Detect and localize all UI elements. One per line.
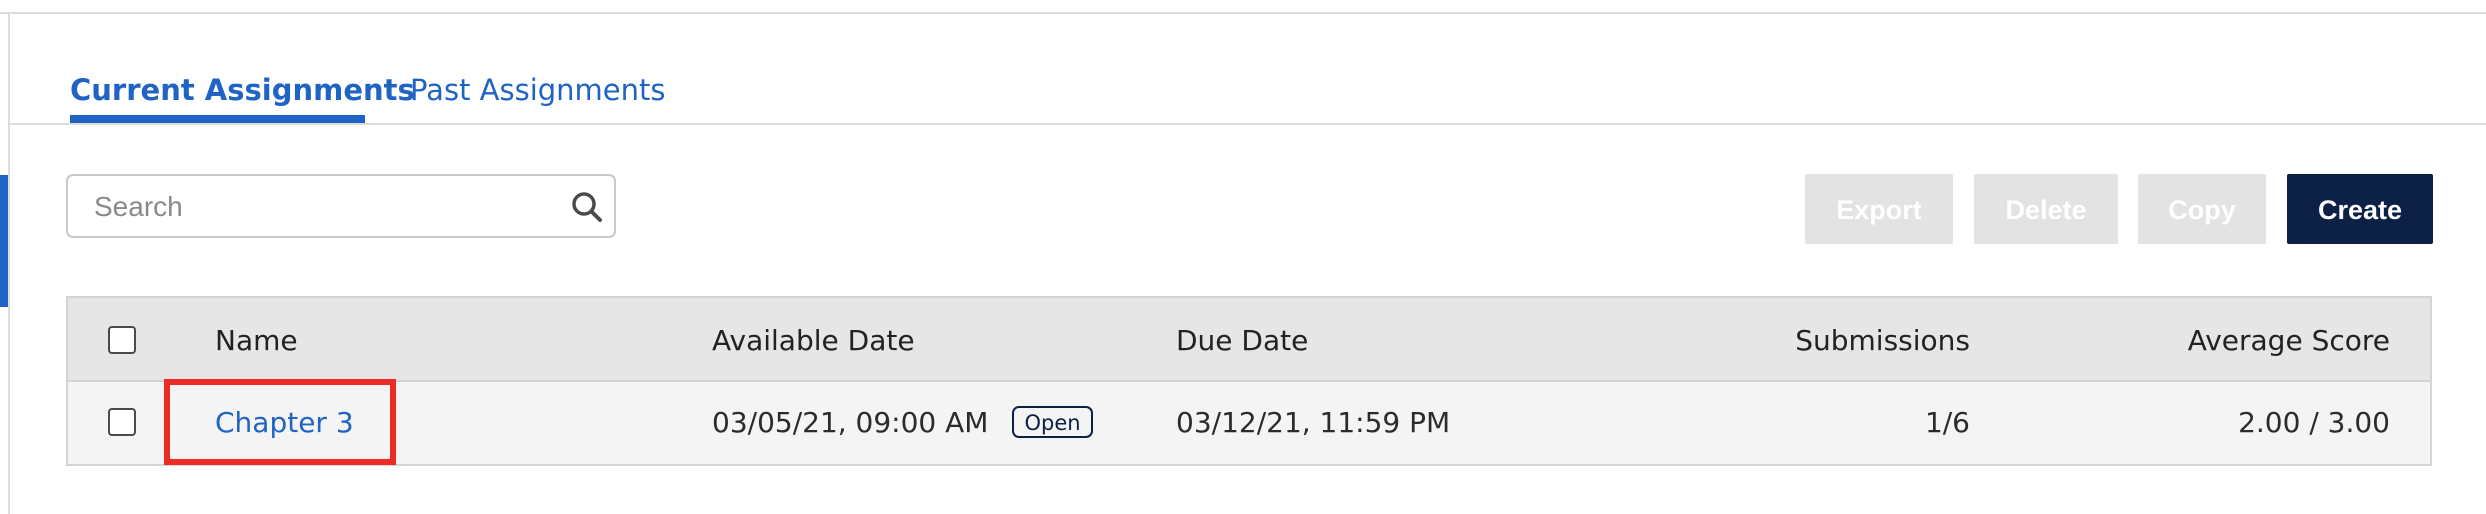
tab-past-assignments[interactable]: Past Assignments [410,66,666,114]
submissions-cell[interactable]: 1/6 [1925,406,1970,439]
sidebar-active-indicator [0,175,8,307]
highlight-annotation [164,379,396,465]
export-button[interactable]: Export [1805,174,1953,244]
status-badge: Open [1012,406,1093,438]
row-checkbox[interactable] [108,408,136,436]
tabs-divider [10,123,2486,125]
create-button[interactable]: Create [2287,174,2433,244]
header-due-date[interactable]: Due Date [1176,324,1308,357]
due-date-cell: 03/12/21, 11:59 PM [1176,406,1451,439]
assignments-page: Current Assignments Past Assignments Exp… [0,0,2486,514]
assignments-table: Name Available Date Due Date Submissions… [66,296,2432,466]
table-row: Chapter 3 03/05/21, 09:00 AM Open 03/12/2… [68,382,2430,464]
search-box [66,174,616,238]
available-date-value: 03/05/21, 09:00 AM [712,406,989,439]
active-tab-underline [70,115,365,123]
header-available-date[interactable]: Available Date [712,324,915,357]
copy-button[interactable]: Copy [2138,174,2266,244]
tab-current-assignments[interactable]: Current Assignments [70,66,415,114]
table-header: Name Available Date Due Date Submissions… [68,298,2430,382]
search-icon[interactable] [570,190,604,224]
header-name[interactable]: Name [215,324,298,357]
select-all-checkbox[interactable] [108,326,136,354]
header-submissions[interactable]: Submissions [1795,324,1970,357]
available-date-cell: 03/05/21, 09:00 AM Open [712,406,1093,439]
top-divider [0,0,2486,14]
search-input[interactable] [92,176,536,238]
average-score-cell: 2.00 / 3.00 [2238,406,2390,439]
header-average-score[interactable]: Average Score [2188,324,2390,357]
delete-button[interactable]: Delete [1974,174,2118,244]
